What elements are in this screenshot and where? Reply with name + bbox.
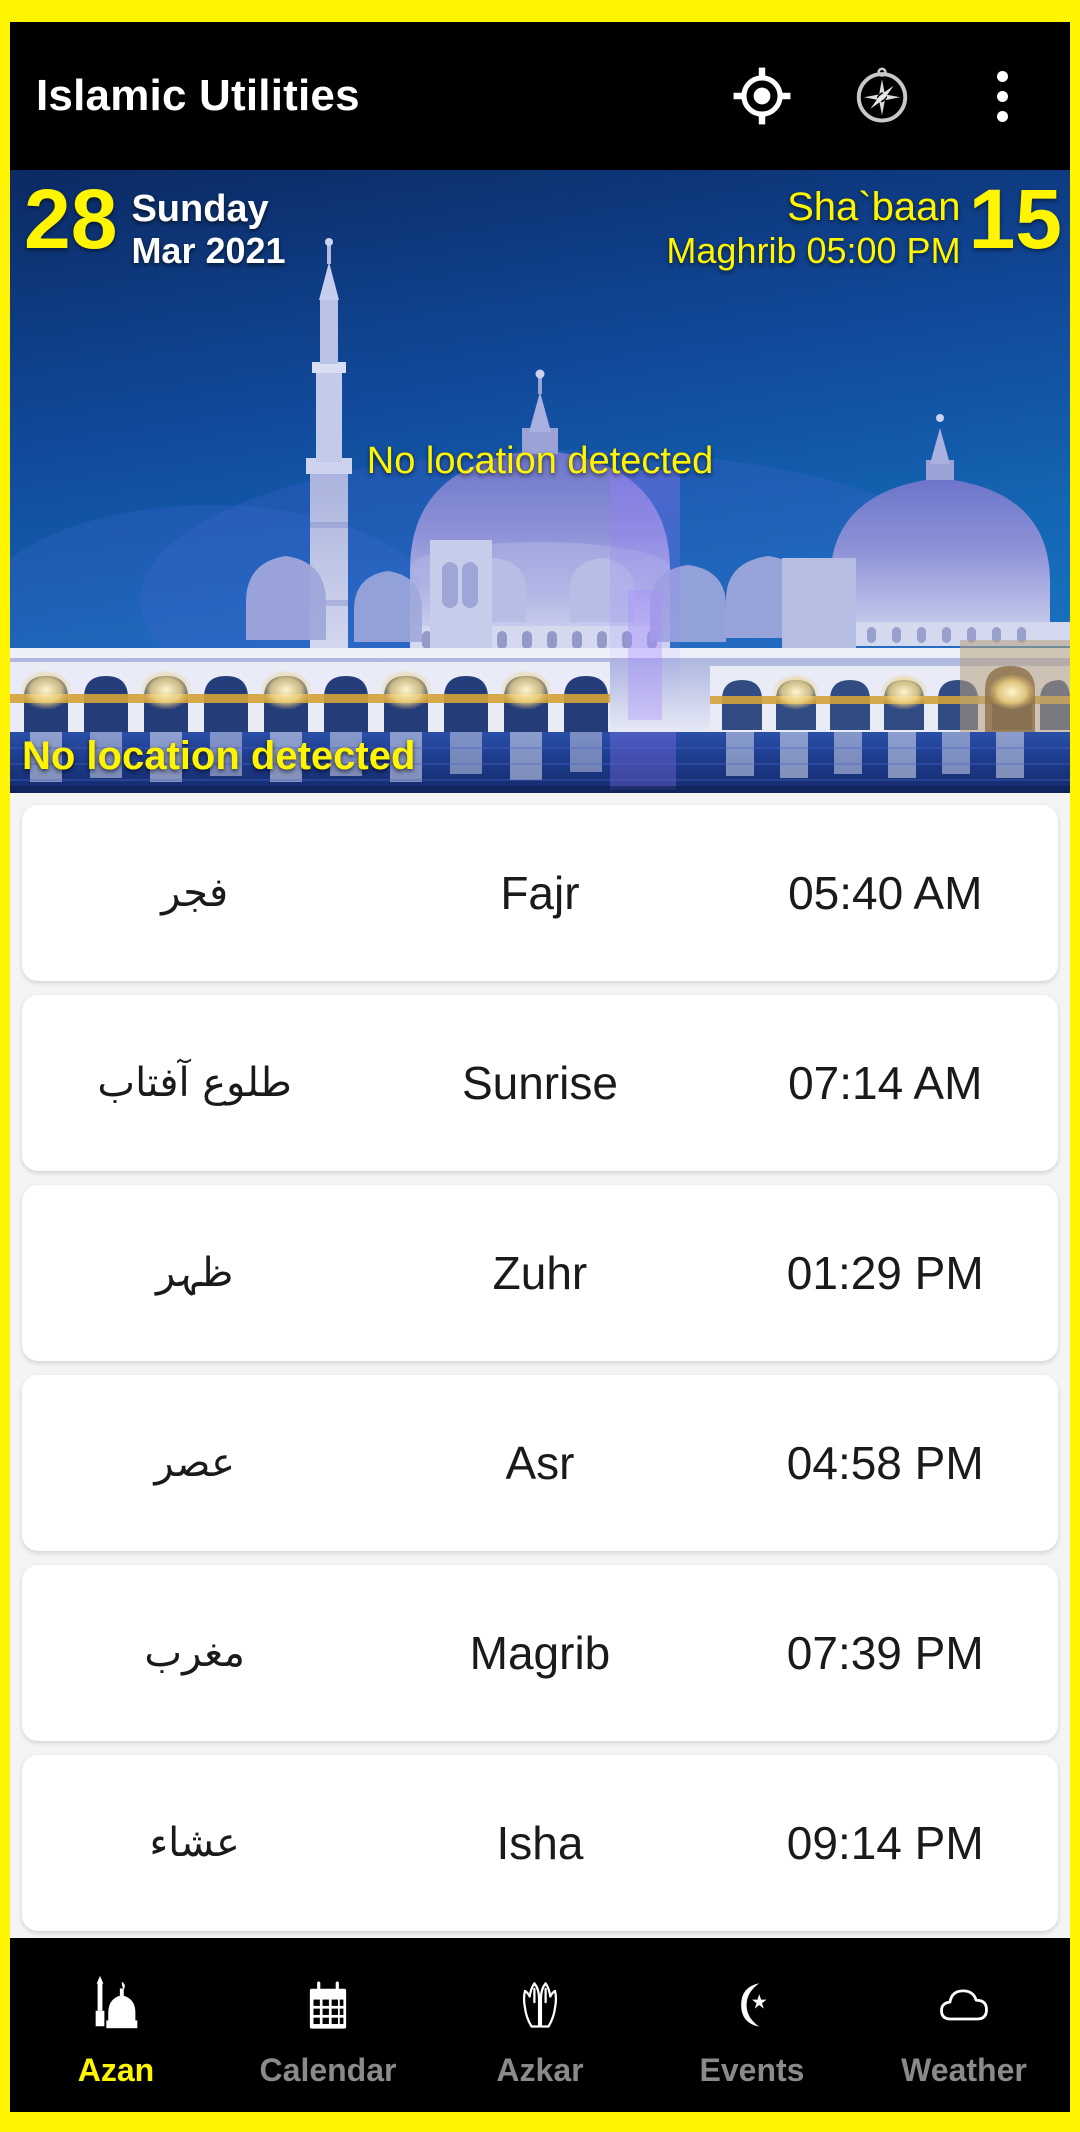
gregorian-weekday: Sunday <box>131 188 269 230</box>
nav-item-calendar[interactable]: Calendar <box>222 1962 434 2089</box>
prayer-name-arabic: فجر <box>161 870 229 916</box>
app-bar: Islamic Utilities <box>10 22 1070 170</box>
prayer-name-english: Sunrise <box>461 1057 618 1109</box>
app-title: Islamic Utilities <box>36 71 360 120</box>
cloud-icon <box>934 1968 994 2034</box>
gregorian-year: 2021 <box>205 229 286 271</box>
nav-label: Calendar <box>259 2051 397 2088</box>
prayer-time: 01:29 PM <box>786 1247 984 1299</box>
table-row[interactable]: ظہر Zuhr 01:29 PM <box>22 1185 1058 1361</box>
nav-label: Events <box>699 2051 805 2088</box>
gregorian-day: 28 <box>24 172 118 266</box>
nav-item-events[interactable]: Events <box>646 1962 858 2089</box>
prayer-name-english: Magrib <box>469 1627 611 1679</box>
nav-item-azan[interactable]: Azan <box>10 1962 222 2089</box>
bottom-navigation: Azan Calendar Azkar Events Weather <box>10 1938 1070 2112</box>
prayer-name-arabic: طلوع آفتاب <box>97 1060 292 1106</box>
prayer-name-english: Asr <box>505 1437 575 1489</box>
nav-label: Azkar <box>496 2051 584 2088</box>
mosque-icon <box>85 1968 147 2034</box>
hijri-day: 15 <box>968 172 1062 266</box>
calendar-icon <box>299 1968 357 2034</box>
prayer-times-list: فجر Fajr 05:40 AM طلوع آفتاب Sunrise 07:… <box>10 793 1070 1938</box>
nav-item-weather[interactable]: Weather <box>858 1962 1070 2089</box>
crescent-moon-icon <box>723 1968 781 2034</box>
location-status-bottom: No location detected <box>22 734 416 778</box>
praying-hands-icon <box>510 1968 570 2034</box>
prayer-name-arabic: مغرب <box>144 1630 245 1676</box>
prayer-time: 05:40 AM <box>788 867 983 919</box>
prayer-name-arabic: عشاء <box>149 1820 240 1866</box>
location-status-center: No location detected <box>366 440 714 482</box>
app-screen: Islamic Utilities 28 Sunday Mar 2021 Sha… <box>0 0 1080 2132</box>
nav-item-azkar[interactable]: Azkar <box>434 1962 646 2089</box>
prayer-time: 04:58 PM <box>786 1437 984 1489</box>
nav-label: Weather <box>901 2051 1027 2088</box>
hijri-date: Sha`baan Maghrib 05:00 PM 15 <box>666 172 1062 271</box>
gregorian-date: 28 Sunday Mar 2021 <box>24 172 286 271</box>
hijri-month: Sha`baan <box>787 185 961 229</box>
overflow-menu-icon[interactable] <box>970 64 1034 128</box>
prayer-time: 09:14 PM <box>786 1817 984 1869</box>
hero-overlay: 28 Sunday Mar 2021 Sha`baan Maghrib 05:0… <box>10 170 1070 793</box>
location-icon[interactable] <box>730 64 794 128</box>
app-bar-actions <box>730 64 1044 128</box>
prayer-name-arabic: عصر <box>154 1440 235 1486</box>
prayer-name-english: Zuhr <box>492 1247 588 1299</box>
hero-banner[interactable]: 28 Sunday Mar 2021 Sha`baan Maghrib 05:0… <box>10 170 1070 793</box>
prayer-name-arabic: ظہر <box>155 1250 234 1296</box>
compass-icon[interactable] <box>850 64 914 128</box>
prayer-name-english: Fajr <box>500 867 580 919</box>
table-row[interactable]: طلوع آفتاب Sunrise 07:14 AM <box>22 995 1058 1171</box>
prayer-time: 07:39 PM <box>786 1627 984 1679</box>
prayer-name-english: Isha <box>496 1817 584 1869</box>
table-row[interactable]: مغرب Magrib 07:39 PM <box>22 1565 1058 1741</box>
table-row[interactable]: فجر Fajr 05:40 AM <box>22 805 1058 981</box>
nav-label: Azan <box>77 2051 155 2088</box>
table-row[interactable]: عصر Asr 04:58 PM <box>22 1375 1058 1551</box>
next-prayer-info: Maghrib 05:00 PM <box>666 230 961 271</box>
gregorian-month: Mar <box>131 229 196 271</box>
prayer-time: 07:14 AM <box>788 1057 983 1109</box>
table-row[interactable]: عشاء Isha 09:14 PM <box>22 1755 1058 1931</box>
